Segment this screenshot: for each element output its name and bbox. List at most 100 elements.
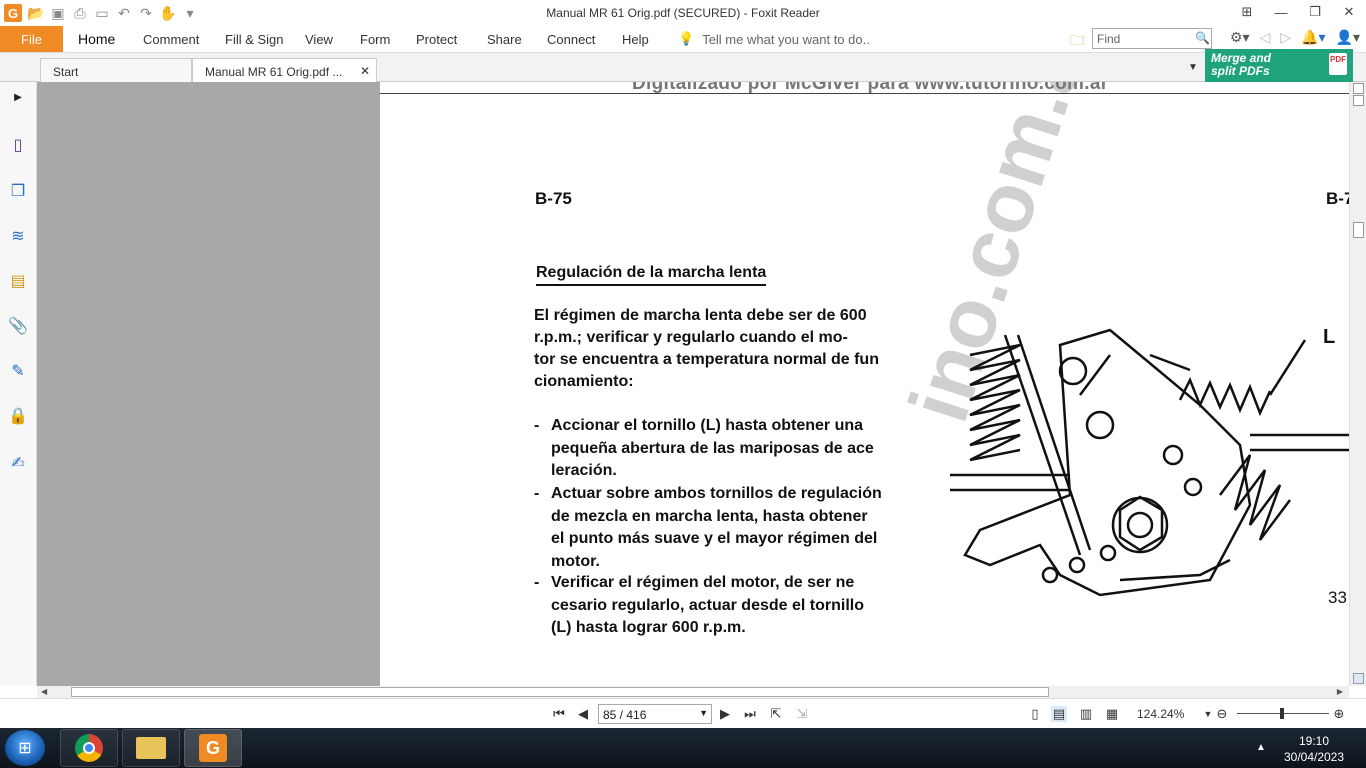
promo-line2: split PDFs xyxy=(1211,64,1270,78)
pdf-icon: PDF xyxy=(1329,53,1347,75)
tab-view[interactable]: View xyxy=(305,32,333,47)
bullet-line: (L) hasta lograr 600 r.p.m. xyxy=(551,619,746,636)
zoom-level[interactable]: 124.24% xyxy=(1137,707,1184,721)
zoom-in-icon[interactable]: ⊕ xyxy=(1331,706,1347,722)
bookmark-icon[interactable]: ▯ xyxy=(7,134,29,156)
scroll-up-icon[interactable] xyxy=(1353,83,1364,94)
single-page-icon[interactable]: ▯ xyxy=(1027,706,1043,722)
figure-label-l: L xyxy=(1323,326,1336,348)
forward-icon[interactable]: ▷ xyxy=(1280,29,1291,46)
zoom-slider-handle[interactable] xyxy=(1280,708,1284,719)
previous-page-icon[interactable]: ◀ xyxy=(575,706,591,722)
folder-icon xyxy=(136,737,166,759)
horizontal-scroll-thumb[interactable] xyxy=(71,687,1049,697)
vertical-scroll-thumb[interactable] xyxy=(1353,222,1364,238)
bullet-line: de mezcla en marcha lenta, hasta obtener xyxy=(551,507,868,525)
foxit-taskbar-icon[interactable]: G xyxy=(184,729,242,767)
minimize-button[interactable]: — xyxy=(1264,0,1298,24)
show-hidden-icons-icon[interactable]: ▲ xyxy=(1256,742,1266,753)
search-icon[interactable]: 🔍 xyxy=(1195,31,1210,45)
bullet-dash: - xyxy=(534,574,540,591)
tab-start[interactable]: Start xyxy=(40,58,192,82)
layers-icon[interactable]: ≋ xyxy=(7,225,29,247)
tab-home[interactable]: Home xyxy=(78,31,115,47)
tab-connect[interactable]: Connect xyxy=(547,32,595,47)
restore-button[interactable]: ❐ xyxy=(1298,0,1332,24)
tab-fill-sign[interactable]: Fill & Sign xyxy=(225,32,284,47)
zoom-out-icon[interactable]: ⊖ xyxy=(1214,706,1230,722)
continuous-facing-icon[interactable]: ▦ xyxy=(1104,706,1120,722)
bullet-line: cesario regularlo, actuar desde el torni… xyxy=(551,596,864,614)
tab-list-dropdown-icon[interactable]: ▼ xyxy=(1188,62,1198,73)
page-label-left: B-75 xyxy=(535,189,572,208)
vertical-scrollbar[interactable] xyxy=(1349,82,1366,686)
bullet-item: - Actuar sobre ambos tornillos de regula… xyxy=(534,483,934,573)
folder-search-icon[interactable]: 🗀 xyxy=(1070,30,1084,54)
page-dropdown-icon[interactable]: ▼ xyxy=(699,708,708,718)
horizontal-scrollbar[interactable]: ◀ ▶ xyxy=(37,686,1349,698)
bullet-line: Verificar el régimen del motor, de ser n… xyxy=(551,574,855,591)
facing-pages-icon[interactable]: ▥ xyxy=(1078,706,1094,722)
tab-share[interactable]: Share xyxy=(487,32,522,47)
previous-view-icon[interactable]: ⇱ xyxy=(768,706,784,722)
bullet-dash: - xyxy=(534,417,540,434)
back-icon[interactable]: ◁ xyxy=(1260,29,1271,46)
tab-help[interactable]: Help xyxy=(622,32,649,47)
bullet-line: pequeña abertura de las mariposas de ace xyxy=(551,439,874,457)
bullet-line: Actuar sobre ambos tornillos de regulaci… xyxy=(551,485,882,502)
tell-me-search[interactable]: 💡 Tell me what you want to do.. xyxy=(678,31,870,47)
document-view[interactable]: Digitalizado por McGiver para www.tutori… xyxy=(37,82,1349,686)
tab-form[interactable]: Form xyxy=(360,32,390,47)
comments-icon[interactable]: ▤ xyxy=(7,270,29,292)
intro-line: El régimen de marcha lenta debe ser de 6… xyxy=(534,307,867,324)
settings-icon[interactable]: ⚙▾ xyxy=(1230,29,1250,46)
continuous-page-icon[interactable]: ▤ xyxy=(1051,706,1067,722)
tab-comment[interactable]: Comment xyxy=(143,32,199,47)
chrome-taskbar-icon[interactable] xyxy=(60,729,118,767)
page-label-right: B-7 xyxy=(1326,189,1349,208)
scroll-down-icon[interactable] xyxy=(1353,673,1364,684)
explorer-taskbar-icon[interactable] xyxy=(122,729,180,767)
find-placeholder: Find xyxy=(1097,32,1121,46)
pages-icon[interactable]: ❐ xyxy=(7,180,29,202)
account-icon[interactable]: 👤▾ xyxy=(1336,29,1360,46)
first-page-icon[interactable]: ⏮ xyxy=(551,706,567,722)
notification-bell-icon[interactable]: 🔔▾ xyxy=(1301,29,1325,46)
lightbulb-icon: 💡 xyxy=(678,31,695,46)
attachment-icon[interactable]: 📎 xyxy=(7,315,29,337)
window-title: Manual MR 61 Orig.pdf (SECURED) - Foxit … xyxy=(546,6,820,20)
digital-id-icon[interactable]: ✍ xyxy=(7,452,29,474)
expand-panel-icon[interactable]: ▶ xyxy=(7,86,29,108)
figure-number: 33 xyxy=(1328,588,1347,607)
next-view-icon[interactable]: ⇲ xyxy=(794,706,810,722)
tab-start-label: Start xyxy=(53,65,79,79)
scroll-right-icon[interactable]: ▶ xyxy=(1337,687,1343,696)
layout-icon[interactable]: ⊞ xyxy=(1230,0,1264,24)
close-button[interactable]: ✕ xyxy=(1332,0,1366,24)
scroll-page-up-icon[interactable] xyxy=(1353,95,1364,106)
file-menu-button[interactable]: File xyxy=(0,26,63,52)
title-bar: G 📂 ▣ ⎙ ▭ ↶ ↷ ✋ ▾ Manual MR 61 Orig.pdf … xyxy=(0,0,1366,26)
bullet-dash: - xyxy=(534,485,540,502)
tab-protect[interactable]: Protect xyxy=(416,32,457,47)
clock-time: 19:10 xyxy=(1298,734,1330,748)
find-input[interactable]: Find 🔍 xyxy=(1092,28,1212,49)
system-clock[interactable]: 19:10 30/04/2023 xyxy=(1272,733,1356,765)
signature-icon[interactable]: ✎ xyxy=(7,360,29,382)
tab-document[interactable]: Manual MR 61 Orig.pdf ... ✕ xyxy=(192,58,377,82)
next-page-icon[interactable]: ▶ xyxy=(717,706,733,722)
scroll-left-icon[interactable]: ◀ xyxy=(41,687,47,696)
last-page-icon[interactable]: ⏭ xyxy=(742,706,758,722)
page-number-field[interactable]: 85 / 416 ▼ xyxy=(598,704,712,724)
navigation-panel: ▶ ▯ ❐ ≋ ▤ 📎 ✎ 🔒 ✍ xyxy=(0,82,37,686)
bullet-item: - Verificar el régimen del motor, de ser… xyxy=(534,572,934,640)
bullet-line: Accionar el tornillo (L) hasta obtener u… xyxy=(551,417,864,434)
document-tab-bar: Start Manual MR 61 Orig.pdf ... ✕ ▼ xyxy=(0,53,1366,82)
intro-line: cionamiento: xyxy=(534,373,634,390)
close-tab-icon[interactable]: ✕ xyxy=(360,64,370,78)
previous-page-edge: Digitalizado por McGiver para www.tutori… xyxy=(380,82,1349,94)
start-button[interactable]: ⊞ xyxy=(5,730,45,766)
security-lock-icon[interactable]: 🔒 xyxy=(7,405,29,427)
merge-split-promo[interactable]: Merge and split PDFs PDF xyxy=(1205,49,1353,82)
foxit-icon: G xyxy=(199,734,227,762)
